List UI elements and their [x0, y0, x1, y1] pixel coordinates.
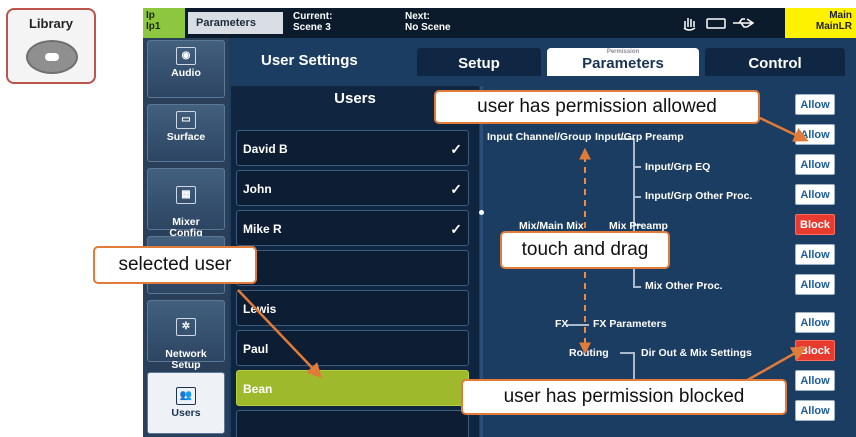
arrow-blocked	[743, 346, 807, 384]
callout-permission-blocked: user has permission blocked	[461, 379, 787, 415]
callout-touch-and-drag: touch and drag	[500, 231, 670, 269]
arrow-selected	[237, 289, 323, 379]
callout-selected-user: selected user	[93, 246, 257, 284]
annotation-arrows	[237, 116, 809, 384]
callout-permission-allowed: user has permission allowed	[434, 90, 760, 124]
arrow-allowed	[759, 116, 809, 142]
